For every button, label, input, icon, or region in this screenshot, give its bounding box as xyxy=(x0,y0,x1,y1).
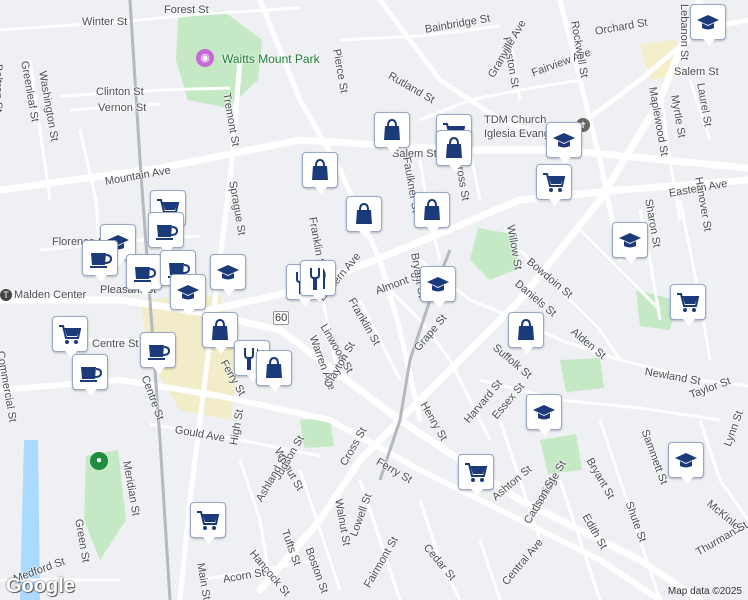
street-label: Forest St xyxy=(164,4,209,16)
school-marker[interactable] xyxy=(170,274,206,316)
school-marker[interactable] xyxy=(420,266,456,308)
shopping-bag-marker[interactable] xyxy=(202,312,238,354)
shopping-bag-marker[interactable] xyxy=(374,112,410,154)
coffee-marker[interactable] xyxy=(126,254,162,296)
shopping-bag-marker[interactable] xyxy=(346,196,382,238)
street-label: Lebanon St xyxy=(678,4,690,61)
shopping-cart-marker[interactable] xyxy=(536,164,572,206)
shopping-bag-marker[interactable] xyxy=(414,192,450,234)
school-marker[interactable] xyxy=(690,4,726,46)
coffee-marker[interactable] xyxy=(72,354,108,396)
park-label[interactable]: Waitts Mount Park xyxy=(222,52,320,66)
school-marker[interactable] xyxy=(526,394,562,436)
place-label[interactable]: TDM Church xyxy=(484,114,546,126)
coffee-marker[interactable] xyxy=(148,212,184,254)
shopping-cart-marker[interactable] xyxy=(670,284,706,326)
map-canvas[interactable]: Waitts Mount Park ◉ ● ✝ T TDM Church Igl… xyxy=(0,0,748,600)
street-label: Vernon St xyxy=(98,102,147,114)
coffee-marker[interactable] xyxy=(82,240,118,282)
school-marker[interactable] xyxy=(546,122,582,164)
school-marker[interactable] xyxy=(612,222,648,264)
shopping-bag-marker[interactable] xyxy=(256,350,292,392)
google-logo: Google xyxy=(6,575,75,597)
route-badge: 60 xyxy=(273,311,290,325)
coffee-marker[interactable] xyxy=(140,332,176,374)
street-label: Salem St xyxy=(674,66,719,78)
shopping-cart-marker[interactable] xyxy=(52,316,88,358)
street-label: Centre St xyxy=(92,338,139,350)
shopping-bag-marker[interactable] xyxy=(302,152,338,194)
place-pin-icon[interactable]: ● xyxy=(90,452,108,470)
shopping-cart-marker[interactable] xyxy=(458,454,494,496)
place-label[interactable]: Malden Center xyxy=(14,289,86,301)
school-marker[interactable] xyxy=(668,442,704,484)
park-icon[interactable]: ◉ xyxy=(196,49,214,67)
shopping-cart-marker[interactable] xyxy=(190,502,226,544)
school-marker[interactable] xyxy=(210,254,246,296)
shopping-bag-marker[interactable] xyxy=(508,312,544,354)
shopping-bag-marker[interactable] xyxy=(436,130,472,172)
restaurant-marker[interactable] xyxy=(300,260,336,302)
map-data-attribution[interactable]: Map data ©2025 xyxy=(668,586,742,597)
street-label: Clinton St xyxy=(96,86,144,98)
transit-icon[interactable]: T xyxy=(0,289,12,301)
street-label: Winter St xyxy=(82,16,128,28)
street-label: Beltran St xyxy=(0,64,4,113)
